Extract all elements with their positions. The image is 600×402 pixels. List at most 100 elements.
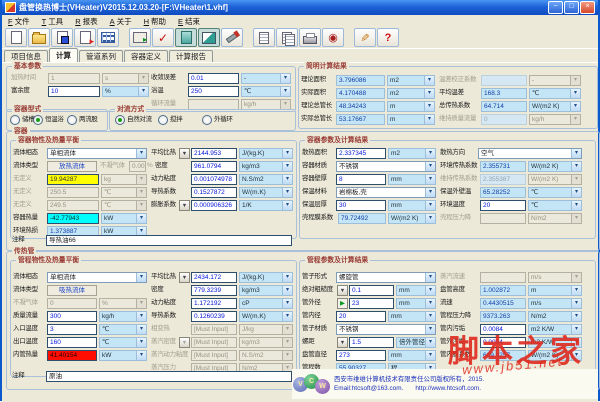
value-dropdown[interactable]: 单相流体 ▾ [47,272,147,283]
tab-calculation[interactable]: 计算 [49,48,78,63]
unit-select[interactable]: m2 ▾ [387,88,435,99]
text-input[interactable]: 2144.953 [191,148,237,159]
unit-select[interactable]: mm ▾ [388,311,436,322]
value-dropdown[interactable]: 单相流体 ▾ [47,148,147,159]
menu-item[interactable]: A 关于 [104,16,138,27]
text-input[interactable]: 0.01 [188,73,239,84]
unit-select[interactable]: J/(kg.K) ▾ [239,272,293,283]
value-dropdown[interactable]: 螺旋管 ▾ [336,272,436,283]
unit-select[interactable]: W/(m.K) ▾ [239,187,293,198]
text-input[interactable]: 3 [47,324,97,335]
maximize-button[interactable]: □ [564,1,579,14]
unit-select[interactable]: - ▾ [241,73,291,84]
diagram-view-button[interactable] [198,28,220,47]
text-input[interactable]: 160 [47,337,97,348]
value-dropdown[interactable]: 空气 ▾ [478,148,582,159]
unit-select[interactable]: J/(kg.K) ▾ [239,148,293,159]
menu-item[interactable]: R 报表 [69,16,103,27]
text-input[interactable]: 300 [47,311,97,322]
radio-option[interactable]: 外循环 [202,115,233,125]
spin-down-button[interactable]: ▼ [179,200,190,211]
fluid-type-button[interactable]: 放热流体 [47,161,97,172]
save-file-button[interactable] [51,28,73,47]
unit-select[interactable]: ℃ ▾ [528,200,582,211]
unit-select[interactable]: mm ▾ [388,200,436,211]
text-input[interactable]: 0.000906326 [191,200,237,211]
menu-item[interactable]: E 结束 [172,16,206,27]
unit-select[interactable]: kg/h ▾ [99,311,147,322]
unit-select[interactable]: kg/m3 ▾ [239,161,293,172]
minimize-button[interactable]: − [548,1,563,14]
value-dropdown[interactable]: 不锈钢 ▾ [336,161,436,172]
unit-select[interactable]: W/(m2 K) ▾ [529,101,581,112]
menu-item[interactable]: H 帮助 [138,16,172,27]
unit-select[interactable]: m2 ▾ [387,75,435,86]
website-link[interactable]: http://www.htcsoft.com. [415,385,481,392]
text-input[interactable]: 1.5 [349,337,394,348]
edit-button[interactable]: ✎ [354,28,376,47]
text-input[interactable]: 41.40154 [47,350,97,361]
menu-item[interactable]: F 文件 [2,16,36,27]
goto-button[interactable]: ▸ [129,28,151,47]
unit-select[interactable]: mm ▾ [388,174,436,185]
export-file-button[interactable]: ▸ [74,28,96,47]
unit-select[interactable]: W/(m2 K) ▾ [528,161,582,172]
menu-item[interactable]: T 工具 [36,16,70,27]
exit-view-button[interactable] [175,28,197,47]
text-input[interactable]: 20 [336,311,386,322]
unit-select[interactable]: kg/m3 ▾ [239,285,293,296]
value-dropdown[interactable]: 岩棉板,壳 ▾ [336,187,436,198]
text-input[interactable]: 0.1260239 [191,311,237,322]
spin-down-button[interactable]: ▼ [337,285,348,296]
unit-select[interactable]: N/m2 ▾ [528,311,582,322]
unit-select[interactable]: kW ▾ [99,350,147,361]
radio-option[interactable]: 储槽 [10,115,35,125]
expand-button[interactable]: ▶ [337,298,348,309]
unit-select[interactable]: m ▾ [387,114,435,125]
spin-down-button[interactable]: ▼ [179,272,190,283]
text-input[interactable]: 10 [48,86,100,97]
unit-select[interactable]: kW ▾ [101,213,147,224]
unit-select[interactable]: N.S/m2 ▾ [239,174,293,185]
unit-select[interactable]: % ▾ [102,86,149,97]
text-input[interactable]: 779.3239 [191,285,237,296]
text-input[interactable]: 273 [336,350,386,361]
text-input[interactable]: 0.1 [349,285,394,296]
help-button[interactable]: ? [377,28,399,47]
radio-option[interactable]: 自然对流 [115,115,152,125]
radio-option[interactable]: 两流股 [67,115,98,125]
unit-select[interactable]: W/(m.K) ▾ [239,311,293,322]
unit-select[interactable]: m/s ▾ [528,298,582,309]
text-input[interactable]: 1.172192 [191,298,237,309]
unit-select[interactable]: 倍外管径 ▾ [396,337,436,348]
unit-select[interactable]: ℃ ▾ [99,324,147,335]
unit-select[interactable]: 1/K ▾ [239,200,293,211]
web-button[interactable]: ◉ [322,28,344,47]
text-input[interactable]: 20 [480,200,526,211]
text-input[interactable]: 导热油66 [46,235,292,246]
text-input[interactable]: 23 [349,298,394,309]
fluid-type-button[interactable]: 吸热流体 [47,285,97,296]
unit-select[interactable]: m ▾ [528,285,582,296]
open-file-button[interactable] [28,28,50,47]
text-input[interactable]: 961.0794 [191,161,237,172]
tools-button[interactable] [221,28,243,47]
text-input[interactable]: 19.94287 [47,174,99,185]
copy-button[interactable] [276,28,298,47]
unit-select[interactable]: cP ▾ [239,298,293,309]
unit-select[interactable]: ℃ ▾ [241,86,291,97]
spin-down-button[interactable]: ▼ [337,337,348,348]
unit-select[interactable]: ℃ ▾ [99,337,147,348]
unit-select[interactable]: mm ▾ [388,350,436,361]
new-file-button[interactable] [5,28,27,47]
text-input[interactable]: 0.001074978 [191,174,237,185]
text-input[interactable]: 8 [336,174,386,185]
unit-select[interactable]: W/(m2 K) ▾ [388,213,436,224]
text-input[interactable]: 2.337345 [336,148,386,159]
text-input[interactable]: 原油 [46,371,292,382]
radio-option[interactable]: 搅拌 [158,115,183,125]
check-button[interactable]: ✓ [152,28,174,47]
text-input[interactable]: 30 [336,200,386,211]
unit-select[interactable]: m ▾ [387,101,435,112]
spin-down-button[interactable]: ▼ [179,148,190,159]
